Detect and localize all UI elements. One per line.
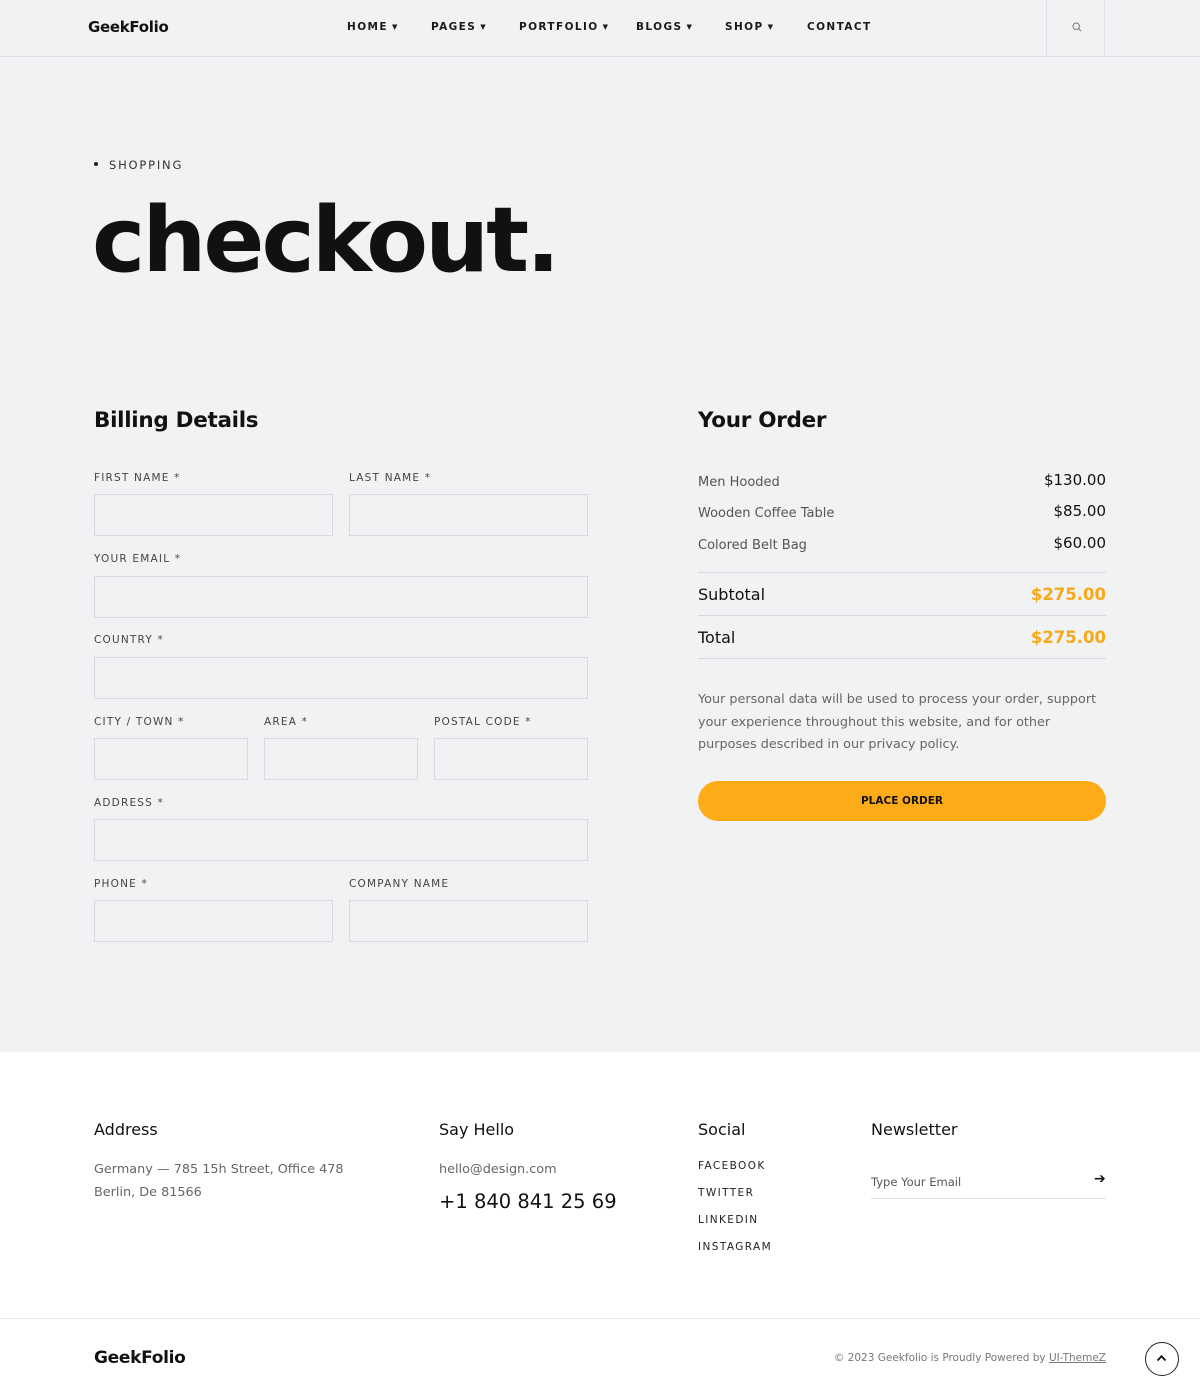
chevron-down-icon: ▼ — [767, 23, 775, 31]
nav-item-pages[interactable]: PAGES ▼ — [431, 21, 487, 33]
phone-field[interactable] — [94, 900, 333, 942]
area-field[interactable] — [264, 738, 418, 780]
subtotal-label: Subtotal — [698, 585, 766, 604]
order-item-name: Wooden Coffee Table — [698, 506, 835, 521]
social-link-linkedin[interactable]: LINKEDIN — [698, 1214, 759, 1226]
postal-code-field[interactable] — [434, 738, 588, 780]
nav-item-shop[interactable]: SHOP ▼ — [725, 21, 774, 33]
footer-logo[interactable]: GeekFolio — [94, 1348, 186, 1368]
copyright-text: © 2023 Geekfolio is Proudly Powered by — [833, 1352, 1046, 1364]
footer-hello-heading: Say Hello — [439, 1120, 515, 1139]
back-to-top-button[interactable] — [1145, 1342, 1179, 1376]
order-divider — [698, 615, 1106, 616]
city-field[interactable] — [94, 738, 248, 780]
order-item-price: $85.00 — [1053, 502, 1107, 520]
footer-social-heading: Social — [698, 1120, 746, 1139]
search-button[interactable] — [1046, 0, 1105, 56]
credit-link[interactable]: UI-ThemeZ — [1049, 1352, 1106, 1364]
nav-item-blogs[interactable]: BLOGS ▼ — [636, 21, 693, 33]
footer-address-line: Berlin, De 81566 — [94, 1185, 202, 1200]
nav-item-contact[interactable]: CONTACT — [807, 21, 872, 33]
nav-item-portfolio[interactable]: PORTFOLIO ▼ — [519, 21, 609, 33]
country-field[interactable] — [94, 657, 588, 699]
search-icon — [1072, 22, 1082, 32]
page-title: checkout. — [92, 188, 560, 293]
social-link-facebook[interactable]: FACEBOOK — [698, 1160, 766, 1172]
billing-heading: Billing Details — [94, 408, 259, 433]
breadcrumb: SHOPPING — [94, 158, 183, 172]
place-order-button[interactable]: PLACE ORDER — [698, 781, 1106, 821]
address-label: ADDRESS * — [94, 797, 165, 809]
social-link-twitter[interactable]: TWITTER — [698, 1187, 754, 1199]
order-item-name: Men Hooded — [698, 475, 780, 490]
chevron-down-icon: ▼ — [391, 23, 399, 31]
order-item-name: Colored Belt Bag — [698, 538, 807, 553]
total-label: Total — [698, 628, 736, 647]
company-name-field[interactable] — [349, 900, 588, 942]
city-label: CITY / TOWN * — [94, 716, 185, 728]
footer-divider — [0, 1318, 1200, 1319]
site-header: GeekFolio HOME ▼ PAGES ▼ PORTFOLIO ▼ BLOGS ▼… — [0, 0, 1200, 57]
last-name-label: LAST NAME * — [349, 472, 432, 484]
newsletter-email-input[interactable] — [871, 1165, 1106, 1199]
first-name-field[interactable] — [94, 494, 333, 536]
footer-address-line: Germany — 785 15h Street, Office 478 — [94, 1162, 344, 1177]
footer-address-heading: Address — [94, 1120, 158, 1139]
chevron-down-icon: ▼ — [480, 23, 488, 31]
nav-item-home[interactable]: HOME ▼ — [347, 21, 399, 33]
arrow-right-icon[interactable]: ➔ — [1094, 1171, 1106, 1187]
main-nav: HOME ▼ PAGES ▼ PORTFOLIO ▼ BLOGS ▼ SHOP ▼ CON… — [0, 21, 1200, 35]
footer-email-link[interactable]: hello@design.com — [439, 1158, 557, 1181]
bullet-icon — [94, 161, 98, 166]
country-label: COUNTRY * — [94, 634, 164, 646]
order-item-price: $130.00 — [1043, 471, 1106, 489]
email-label: YOUR EMAIL * — [94, 553, 182, 565]
chevron-down-icon: ▼ — [602, 23, 610, 31]
order-divider — [698, 658, 1106, 659]
total-value: $275.00 — [1030, 628, 1106, 647]
chevron-up-icon — [1156, 1354, 1167, 1362]
footer-newsletter-heading: Newsletter — [871, 1120, 958, 1139]
address-field[interactable] — [94, 819, 588, 861]
order-divider — [698, 572, 1106, 573]
phone-label: PHONE * — [94, 878, 148, 890]
first-name-label: FIRST NAME * — [94, 472, 181, 484]
last-name-field[interactable] — [349, 494, 588, 536]
social-link-instagram[interactable]: INSTAGRAM — [698, 1241, 772, 1253]
order-heading: Your Order — [698, 408, 827, 433]
area-label: AREA * — [264, 716, 309, 728]
order-item-price: $60.00 — [1053, 534, 1107, 552]
chevron-down-icon: ▼ — [686, 23, 694, 31]
footer-phone[interactable]: +1 840 841 25 69 — [439, 1190, 617, 1213]
email-field[interactable] — [94, 576, 588, 618]
company-name-label: COMPANY NAME — [349, 878, 450, 890]
privacy-note: Your personal data will be used to proce… — [698, 692, 1097, 752]
copyright: © 2023 Geekfolio is Proudly Powered by U… — [834, 1352, 1106, 1364]
postal-code-label: POSTAL CODE * — [434, 716, 532, 728]
subtotal-value: $275.00 — [1030, 585, 1106, 604]
